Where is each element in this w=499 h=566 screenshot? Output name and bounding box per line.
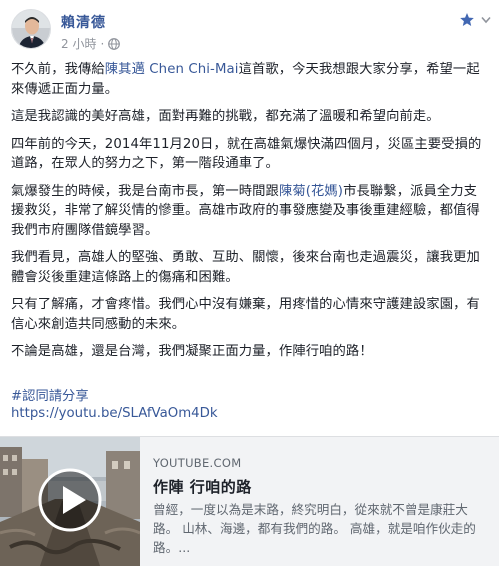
hashtag-link[interactable]: #認同請分享: [11, 385, 89, 404]
link-preview-card[interactable]: YOUTUBE.COM 作陣 行咱的路 曾經，一度以為是末路，終究明白，從來就不…: [0, 436, 499, 566]
post-paragraph: 四年前的今天，2014年11月20日，就在高雄氣爆快滿四個月，災區主要受損的道路…: [11, 135, 489, 174]
video-thumbnail[interactable]: [0, 437, 140, 566]
author-name[interactable]: 賴清德: [61, 12, 106, 32]
post-meta: 2 小時 ·: [61, 35, 121, 52]
link-card-info[interactable]: YOUTUBE.COM 作陣 行咱的路 曾經，一度以為是末路，終究明白，從來就不…: [140, 437, 499, 566]
play-icon[interactable]: [36, 466, 104, 534]
post-paragraph: 不論是高雄，還是台灣，我們凝聚正面力量，作陣行咱的路！: [11, 342, 489, 362]
post-timestamp[interactable]: 2 小時: [61, 35, 96, 52]
facebook-post: 賴清德 2 小時 · 不久前，我傳給陳其邁 Chen Chi-Mai這首歌，今天…: [0, 0, 499, 566]
mention-link[interactable]: 陳菊(花媽): [279, 184, 343, 199]
star-icon[interactable]: [459, 12, 475, 28]
post-paragraph: 只有了解痛，才會疼惜。我們心中沒有嫌棄，用疼惜的心情來守護建設家園，有信心來創造…: [11, 295, 489, 334]
post-paragraph: 我們看見，高雄人的堅強、勇敢、互助、關懷，後來台南也走過震災，讓我更加體會災後重…: [11, 248, 489, 287]
paragraph-text: 我們看見，高雄人的堅強、勇敢、互助、關懷，後來台南也走過震災，讓我更加體會災後重…: [11, 250, 480, 285]
post-body: 不久前，我傳給陳其邁 Chen Chi-Mai這首歌，今天我想跟大家分享，希望一…: [11, 60, 489, 370]
link-card-title[interactable]: 作陣 行咱的路: [153, 476, 252, 497]
chevron-down-icon[interactable]: [481, 16, 491, 24]
paragraph-text: 氣爆發生的時候，我是台南市長，第一時間跟: [11, 183, 279, 199]
paragraph-text: 這是我認識的美好高雄，面對再難的挑戰，都充滿了溫暖和希望向前走。: [11, 109, 440, 124]
paragraph-text: 四年前的今天，2014年11月20日，就在高雄氣爆快滿四個月，災區主要受損的道路…: [11, 136, 482, 172]
paragraph-text: 不久前，我傳給: [11, 62, 105, 77]
globe-icon: [108, 37, 121, 50]
post-paragraph: 這是我認識的美好高雄，面對再難的挑戰，都充滿了溫暖和希望向前走。: [11, 107, 489, 127]
mention-link[interactable]: 陳其邁 Chen Chi-Mai: [105, 62, 239, 77]
avatar[interactable]: [11, 9, 51, 49]
paragraph-text: 不論是高雄，還是台灣，我們凝聚正面力量，作陣行咱的路！: [11, 344, 373, 359]
link-card-description: 曾經，一度以為是末路，終究明白，從來就不曾是康莊大路。 山林、海邊，都有我們的路…: [153, 502, 476, 555]
post-paragraph: 氣爆發生的時候，我是台南市長，第一時間跟陳菊(花媽)市長聯繫，派員全力支援救災，…: [11, 182, 489, 241]
link-card-domain: YOUTUBE.COM: [153, 456, 242, 470]
paragraph-text: 只有了解痛，才會疼惜。我們心中沒有嫌棄，用疼惜的心情來守護建設家園，有信心來創造…: [11, 297, 480, 332]
url-link[interactable]: https://youtu.be/SLAfVaOm4Dk: [11, 406, 218, 421]
meta-separator: ·: [100, 36, 105, 51]
post-paragraph: 不久前，我傳給陳其邁 Chen Chi-Mai這首歌，今天我想跟大家分享，希望一…: [11, 60, 489, 99]
